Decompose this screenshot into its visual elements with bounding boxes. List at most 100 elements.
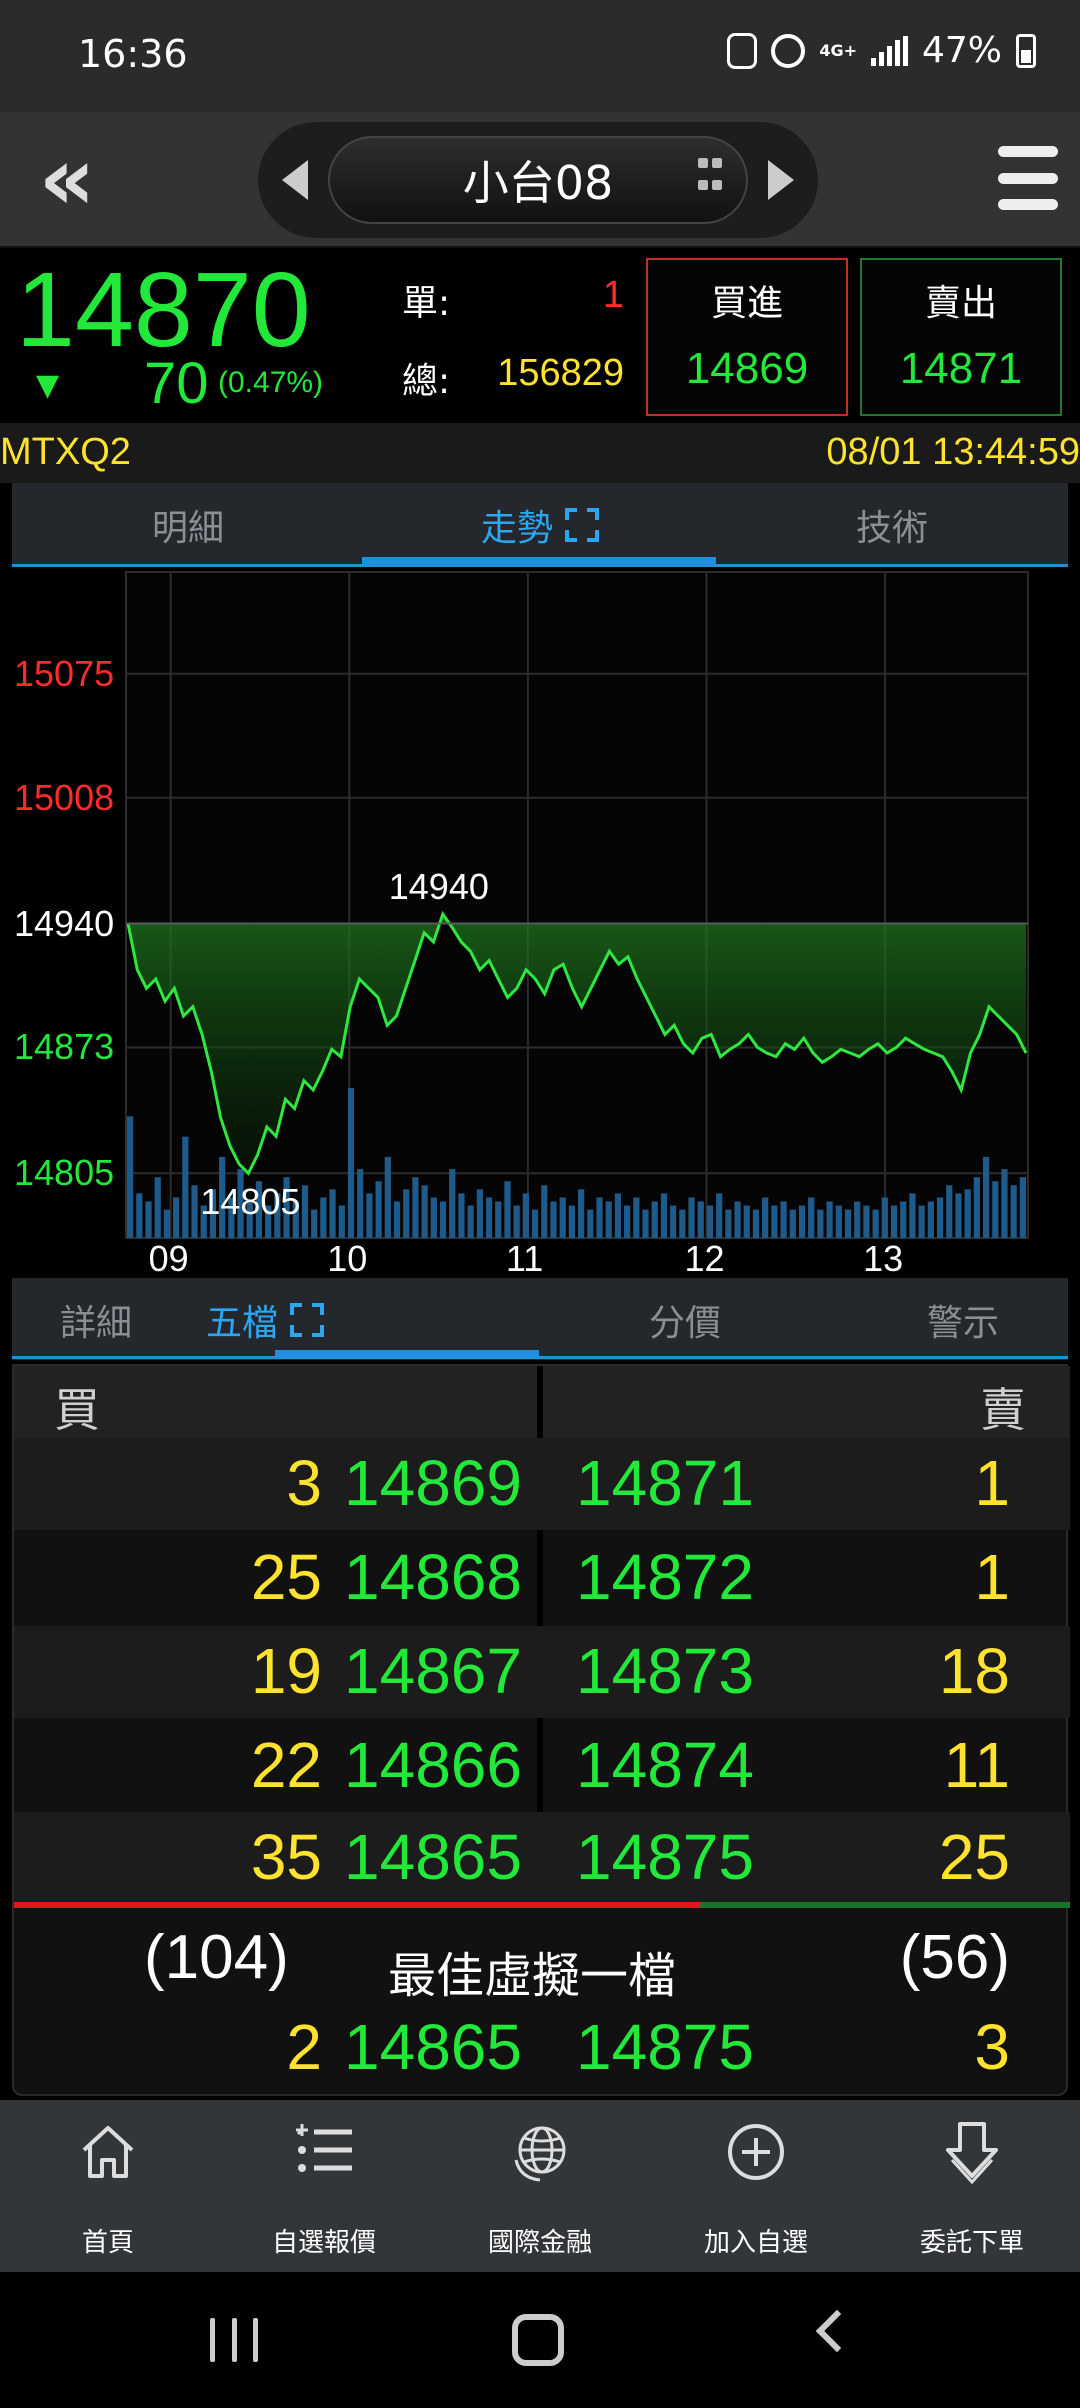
book-row[interactable]: 3 14869 14871 1 bbox=[14, 1438, 1070, 1530]
nav-label: 首頁 bbox=[81, 2228, 134, 2258]
order-icon bbox=[946, 2122, 998, 2184]
volume-bar bbox=[191, 1185, 198, 1238]
tab-label: 走勢 bbox=[480, 508, 553, 549]
volume-bar bbox=[384, 1156, 391, 1238]
volume-bar bbox=[605, 1201, 612, 1238]
single-volume-label: 單: bbox=[402, 283, 451, 324]
nav-add-watch[interactable]: 加入自選 bbox=[648, 2100, 864, 2272]
ask-price: 14875 bbox=[576, 2011, 754, 2083]
volume-bar bbox=[320, 1197, 327, 1238]
bid-button[interactable]: 買進 14869 bbox=[646, 258, 848, 416]
prev-symbol-button[interactable] bbox=[282, 160, 308, 200]
y-tick-label: 15075 bbox=[14, 652, 115, 694]
volume-bar bbox=[697, 1201, 704, 1238]
grip-icon[interactable] bbox=[698, 158, 728, 198]
volume-bar bbox=[587, 1209, 594, 1238]
bid-qty: 3 bbox=[286, 1447, 322, 1519]
recent-apps-button[interactable] bbox=[210, 2318, 258, 2362]
ask-price: 14874 bbox=[576, 1729, 754, 1801]
network-type: 4G+ bbox=[819, 40, 857, 60]
book-row[interactable]: 35 14865 14875 25 bbox=[14, 1812, 1070, 1904]
volume-bar bbox=[347, 1088, 355, 1238]
tab-alerts[interactable]: 警示 bbox=[858, 1278, 1068, 1362]
total-volume-label: 總: bbox=[402, 361, 451, 402]
volume-bar bbox=[1019, 1177, 1026, 1238]
expand-icon[interactable] bbox=[290, 1303, 324, 1337]
alarm-icon bbox=[771, 33, 806, 68]
book-row[interactable]: 22 14866 14874 11 bbox=[14, 1720, 1070, 1812]
volume-bar bbox=[467, 1205, 474, 1238]
tab-label: 詳細 bbox=[59, 1303, 132, 1344]
volume-bar bbox=[752, 1209, 760, 1238]
bid-price: 14866 bbox=[344, 1729, 522, 1801]
y-tick-label: 14805 bbox=[14, 1152, 115, 1194]
book-row[interactable]: 25 14868 14872 1 bbox=[14, 1532, 1070, 1624]
x-tick-label: 13 bbox=[863, 1238, 904, 1279]
volume-bar bbox=[136, 1193, 143, 1238]
bid-qty: 19 bbox=[250, 1635, 322, 1707]
tab-price-volume[interactable]: 分價 bbox=[520, 1278, 850, 1362]
volume-bar bbox=[762, 1197, 769, 1238]
volume-bar bbox=[522, 1193, 529, 1238]
tab-trend[interactable]: 走勢 bbox=[364, 483, 716, 567]
volume-bar bbox=[145, 1201, 152, 1238]
volume-bar bbox=[854, 1201, 861, 1238]
ask-qty: 1 bbox=[974, 1541, 1010, 1613]
symbol-name[interactable]: 小台08 bbox=[328, 136, 748, 224]
ask-price: 14873 bbox=[576, 1635, 754, 1707]
tab-technical[interactable]: 技術 bbox=[716, 483, 1068, 567]
volume-bar bbox=[504, 1181, 511, 1238]
bottom-nav: 首頁 自選報價 國際金融 加入自選 委託下單 bbox=[0, 2100, 1080, 2272]
book-row[interactable]: 19 14867 14873 18 bbox=[14, 1626, 1070, 1718]
ask-price: 14872 bbox=[576, 1541, 754, 1613]
x-tick-label: 09 bbox=[148, 1238, 189, 1279]
volume-bar bbox=[154, 1177, 161, 1238]
volume-bar bbox=[329, 1189, 336, 1238]
volume-bar bbox=[863, 1205, 870, 1238]
ask-qty: 1 bbox=[974, 1447, 1010, 1519]
bid-qty: 35 bbox=[250, 1821, 322, 1893]
ask-qty: 3 bbox=[974, 2011, 1010, 2083]
expand-icon[interactable] bbox=[565, 508, 599, 542]
sell-ratio-bar bbox=[700, 1902, 1070, 1908]
nav-home[interactable]: 首頁 bbox=[0, 2100, 216, 2272]
symbol-label: 小台08 bbox=[462, 156, 614, 210]
volume-bar bbox=[1001, 1169, 1008, 1238]
ask-button[interactable]: 賣出 14871 bbox=[860, 258, 1062, 416]
tab-detail[interactable]: 明細 bbox=[12, 483, 364, 567]
volume-bar bbox=[393, 1201, 401, 1238]
best-virtual-row[interactable]: 2 14865 14875 3 bbox=[14, 2002, 1070, 2094]
volume-bar bbox=[596, 1197, 603, 1238]
intraday-chart[interactable]: 15075 15008 14940 14873 14805 14940 14805 09… bbox=[12, 570, 1068, 1279]
next-symbol-button[interactable] bbox=[768, 160, 794, 200]
volume-bar bbox=[946, 1185, 953, 1238]
menu-button[interactable] bbox=[998, 146, 1058, 210]
tab-details[interactable]: 詳細 bbox=[12, 1278, 180, 1362]
tab-divider bbox=[12, 1356, 1068, 1359]
back-button[interactable]: « bbox=[12, 134, 102, 224]
volume-bar bbox=[550, 1201, 557, 1238]
volume-bar bbox=[1010, 1185, 1017, 1238]
y-tick-label: 14940 bbox=[14, 902, 115, 944]
volume-bar bbox=[163, 1209, 171, 1238]
volume-bar bbox=[412, 1177, 419, 1238]
nav-label: 加入自選 bbox=[703, 2228, 808, 2258]
volume-bar bbox=[476, 1189, 483, 1238]
volume-bar bbox=[495, 1201, 502, 1238]
ask-qty: 25 bbox=[938, 1821, 1010, 1893]
nav-international[interactable]: 國際金融 bbox=[432, 2100, 648, 2272]
system-back-button[interactable] bbox=[815, 2309, 859, 2353]
volume-bar bbox=[716, 1193, 723, 1238]
system-home-button[interactable] bbox=[512, 2314, 564, 2366]
order-book: 買 賣 3 14869 14871 1 25 14868 14872 1 19 … bbox=[12, 1364, 1070, 2096]
nav-order[interactable]: 委託下單 bbox=[864, 2100, 1080, 2272]
nav-watchlist[interactable]: 自選報價 bbox=[216, 2100, 432, 2272]
contract-code: MTXQ2 bbox=[0, 431, 131, 473]
app-header: « 小台08 bbox=[0, 112, 1080, 248]
volume-bar bbox=[826, 1201, 833, 1238]
volume-bar bbox=[366, 1193, 373, 1238]
nav-label: 委託下單 bbox=[919, 2228, 1024, 2258]
list-icon bbox=[296, 2124, 352, 2172]
volume-bar bbox=[559, 1197, 566, 1238]
battery-percent: 47% bbox=[921, 30, 1002, 71]
